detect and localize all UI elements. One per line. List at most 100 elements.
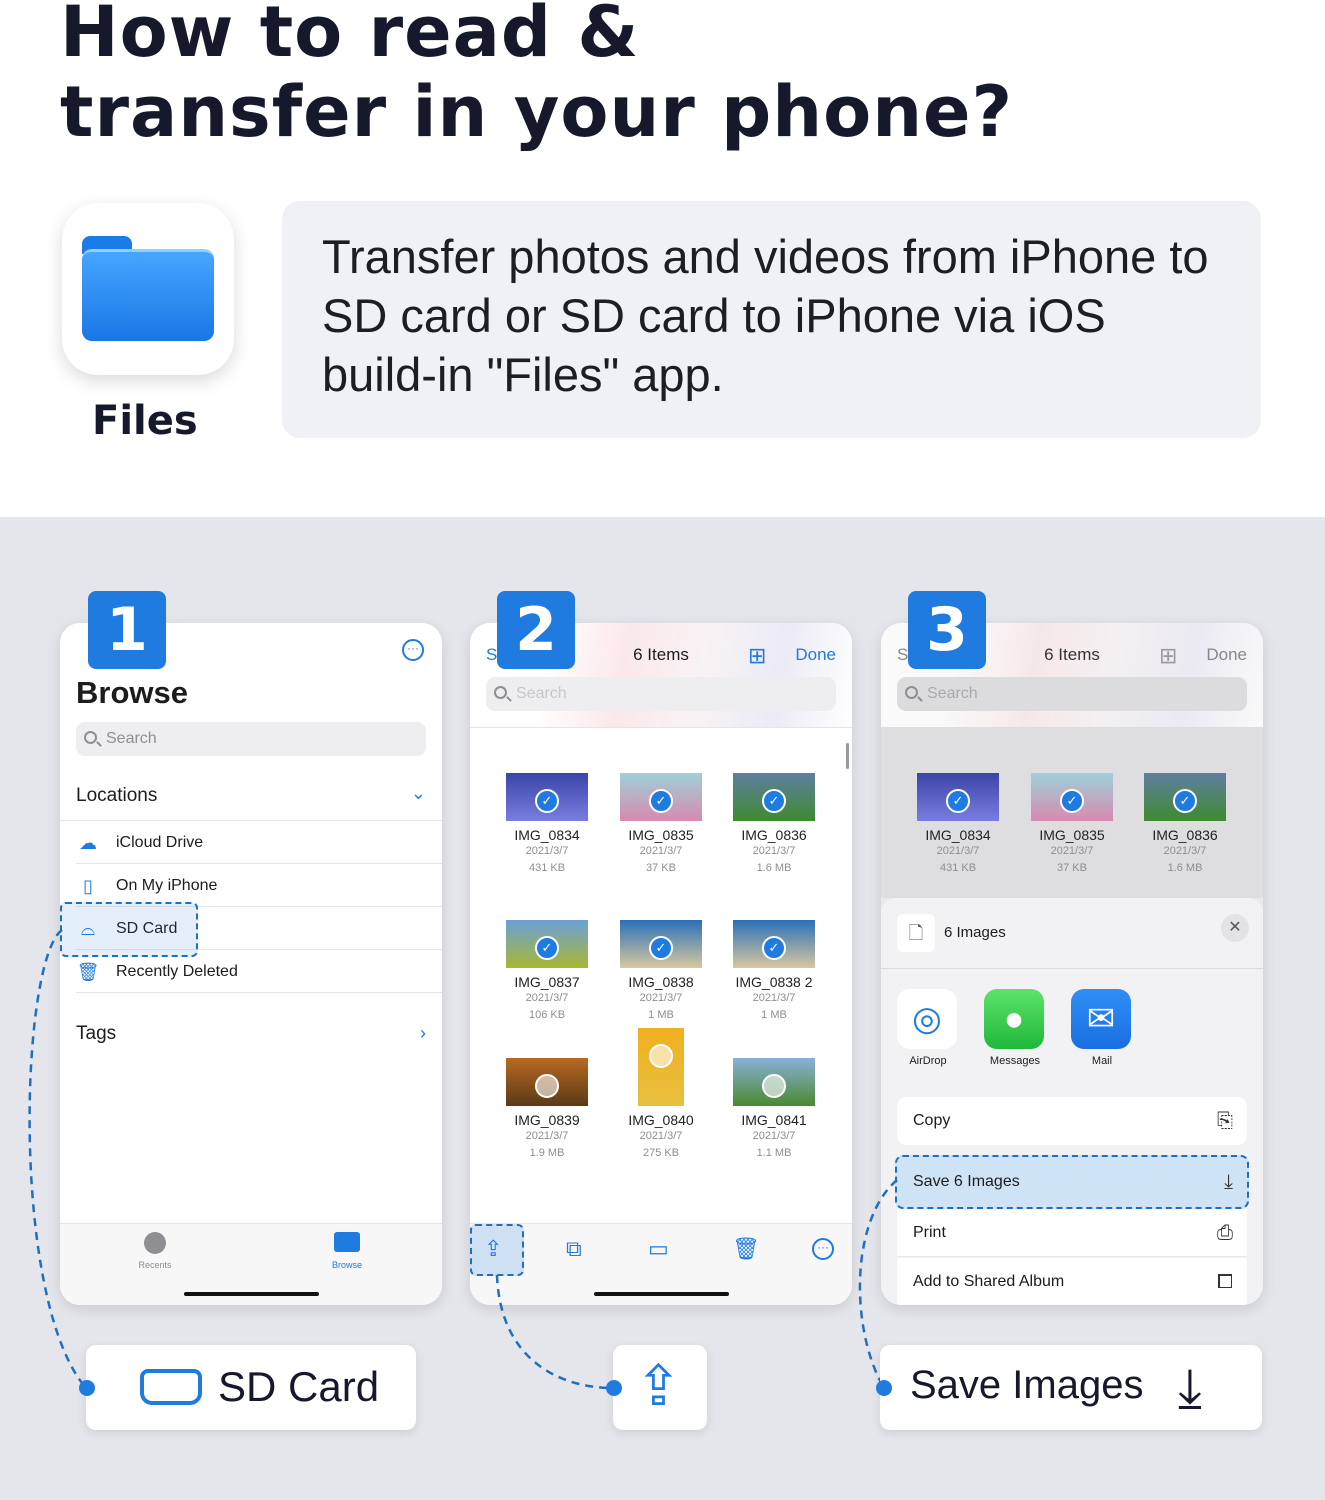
share-app-airdrop[interactable]: ◎ AirDrop [897,989,959,1067]
action-print[interactable]: Print ⎙ [897,1209,1247,1257]
location-label: On My iPhone [116,877,218,894]
done-button: Done [1206,645,1247,664]
file-item[interactable]: IMG_0839 2021/3/7 1.9 MB [492,1058,602,1162]
unselected-circle-icon [535,1074,559,1098]
file-size: 1.6 MB [1167,862,1203,874]
file-date: 2021/3/7 [525,845,569,857]
file-item[interactable]: ✓ IMG_0835 2021/3/7 37 KB [606,773,716,877]
search-input[interactable]: Search [76,722,426,756]
grid-icon[interactable]: ⊞ [748,643,766,669]
file-name: IMG_0838 2 [735,974,813,990]
file-size: 106 KB [528,1009,566,1021]
file-item[interactable]: ✓ IMG_0836 2021/3/7 1.6 MB [719,773,829,877]
file-item[interactable]: ✓ IMG_0838 2021/3/7 1 MB [606,920,716,1024]
tab-browse[interactable]: Browse [322,1232,372,1270]
search-icon [494,686,507,699]
more-icon[interactable]: ··· [402,639,424,661]
folder-icon[interactable]: ▭ [648,1236,669,1262]
connector-dot [876,1380,892,1396]
photo-thumbnail: ✓ [620,920,702,968]
tab-recents[interactable]: Recents [130,1232,180,1270]
location-on-my-iphone[interactable]: ▯ On My iPhone [76,864,442,907]
callout-label: Save Images [910,1363,1144,1407]
tags-header[interactable]: Tags [76,1023,116,1045]
file-item[interactable]: ✓ IMG_0834 2021/3/7 431 KB [903,773,1013,877]
phone-icon: ▯ [83,876,93,896]
photo-thumbnail [506,1058,588,1106]
sd-card-highlight [60,902,198,957]
callout-share: ⇪ [613,1345,707,1430]
callout-save-images: Save Images ⤓ [880,1345,1262,1430]
chevron-right-icon[interactable]: › [420,1023,426,1044]
sheet-title: 6 Images [944,924,1006,941]
file-date: 2021/3/7 [639,992,683,1004]
photo-thumbnail: ✓ [1144,773,1226,821]
done-button[interactable]: Done [795,645,836,665]
photo-thumbnail [733,1058,815,1106]
search-input[interactable]: Search [486,677,836,711]
location-icloud[interactable]: ☁ iCloud Drive [76,821,442,864]
mail-icon: ✉ [1071,989,1131,1049]
callout-sd-card: SD Card [86,1345,416,1430]
step-badge-3: 3 [908,591,986,669]
checkmark-icon: ✓ [762,936,786,960]
print-icon: ⎙ [1217,1222,1233,1244]
file-item[interactable]: ✓ IMG_0837 2021/3/7 106 KB [492,920,602,1024]
unselected-circle-icon [762,1074,786,1098]
file-date: 2021/3/7 [936,845,980,857]
search-placeholder: Search [516,685,567,702]
file-item[interactable]: ✓ IMG_0834 2021/3/7 431 KB [492,773,602,877]
locations-header[interactable]: Locations [76,785,157,807]
document-icon: 🗋 [897,914,935,952]
close-icon[interactable]: ✕ [1221,914,1249,942]
file-size: 1.1 MB [756,1147,792,1159]
divider [881,968,1263,969]
copy-icon: ⎘ [1217,1110,1233,1132]
file-item[interactable]: IMG_0841 2021/3/7 1.1 MB [719,1058,829,1162]
title-line-2: transfer in your phone? [60,71,1014,153]
checkmark-icon: ✓ [535,789,559,813]
browse-title: Browse [76,675,188,710]
action-save-images[interactable]: Save 6 Images ⤓ [895,1155,1249,1209]
file-item[interactable]: IMG_0840 2021/3/7 275 KB [606,1028,716,1162]
checkmark-icon: ✓ [946,789,970,813]
file-size: 37 KB [1057,862,1087,874]
duplicate-icon[interactable]: ⧉ [566,1236,582,1262]
file-date: 2021/3/7 [525,1130,569,1142]
action-add-shared-album[interactable]: Add to Shared Album ⧠ [897,1258,1247,1305]
file-item[interactable]: ✓ IMG_0835 2021/3/7 37 KB [1017,773,1127,877]
file-name: IMG_0837 [514,974,580,990]
tab-label: Browse [331,1260,362,1270]
app-label: AirDrop [909,1055,947,1067]
file-name: IMG_0836 [741,827,807,843]
share-app-mail[interactable]: ✉ Mail [1071,989,1133,1067]
photo-thumbnail: ✓ [917,773,999,821]
chevron-down-icon[interactable]: ⌄ [411,783,426,804]
file-item[interactable]: ✓ IMG_0838 2 2021/3/7 1 MB [719,920,829,1024]
search-placeholder: Search [106,730,157,747]
trash-icon: 🗑 [76,962,100,982]
trash-icon[interactable]: 🗑 [732,1236,760,1262]
action-label: Save 6 Images [913,1173,1020,1190]
scrollbar[interactable] [846,743,849,769]
phone-select: S 6 Items ⊞ Done Search ✓ IMG_0834 2021/… [470,623,852,1305]
checkmark-icon: ✓ [762,789,786,813]
share-icon[interactable]: ⇪ [484,1236,502,1262]
tab-label: Recents [138,1260,172,1270]
file-size: 1 MB [761,1009,787,1021]
title-line-1: How to read & [60,0,640,73]
file-item[interactable]: ✓ IMG_0836 2021/3/7 1.6 MB [1130,773,1240,877]
action-label: Print [913,1224,946,1241]
toolbar: ⇪ ⧉ ▭ 🗑 ··· [470,1223,852,1305]
more-icon[interactable]: ··· [812,1238,834,1260]
share-app-messages[interactable]: ● Messages [984,989,1046,1067]
tab-bar: Recents Browse [60,1223,442,1305]
photo-thumbnail: ✓ [733,773,815,821]
app-name: Files [92,398,198,444]
airdrop-icon: ◎ [897,989,957,1049]
file-size: 1.9 MB [529,1147,565,1159]
action-copy[interactable]: Copy ⎘ [897,1097,1247,1145]
drive-icon [140,1369,202,1405]
file-name: IMG_0841 [741,1112,807,1128]
file-date: 2021/3/7 [1050,845,1094,857]
